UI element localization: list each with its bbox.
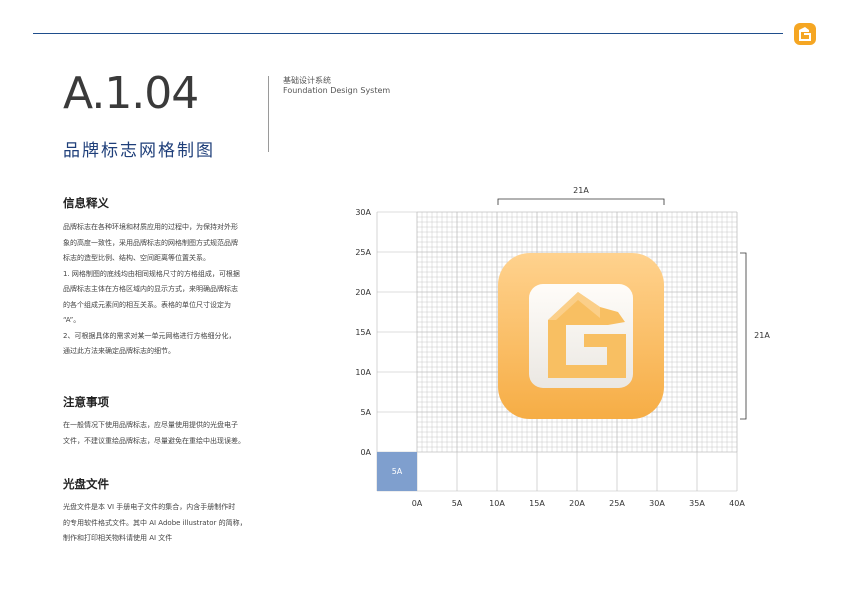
y-tick-label: 20A xyxy=(355,288,371,297)
right-dimension-label: 21A xyxy=(754,331,770,340)
x-tick-label: 30A xyxy=(649,499,665,508)
top-dimension-label: 21A xyxy=(573,186,589,195)
y-tick-label: 5A xyxy=(360,408,371,417)
y-tick-label: 30A xyxy=(355,208,371,217)
logo-grid-diagram: 21A 21A 5A 30A 25A 20A 15A 10A 5A 0A 0A 5A 10A 15… xyxy=(355,186,770,508)
x-tick-label: 20A xyxy=(569,499,585,508)
brand-logo xyxy=(498,253,664,419)
unit-cell-label: 5A xyxy=(392,467,403,476)
x-tick-label: 5A xyxy=(452,499,463,508)
y-tick-label: 25A xyxy=(355,248,371,257)
x-tick-label: 35A xyxy=(689,499,705,508)
x-tick-label: 10A xyxy=(489,499,505,508)
x-tick-label: 15A xyxy=(529,499,545,508)
x-tick-label: 40A xyxy=(729,499,745,508)
x-tick-label: 25A xyxy=(609,499,625,508)
y-axis-labels: 30A 25A 20A 15A 10A 5A 0A xyxy=(355,208,371,457)
y-tick-label: 0A xyxy=(360,448,371,457)
x-tick-label: 0A xyxy=(412,499,423,508)
y-tick-label: 15A xyxy=(355,328,371,337)
y-tick-label: 10A xyxy=(355,368,371,377)
x-axis-labels: 0A 5A 10A 15A 20A 25A 30A 35A 40A xyxy=(412,499,746,508)
